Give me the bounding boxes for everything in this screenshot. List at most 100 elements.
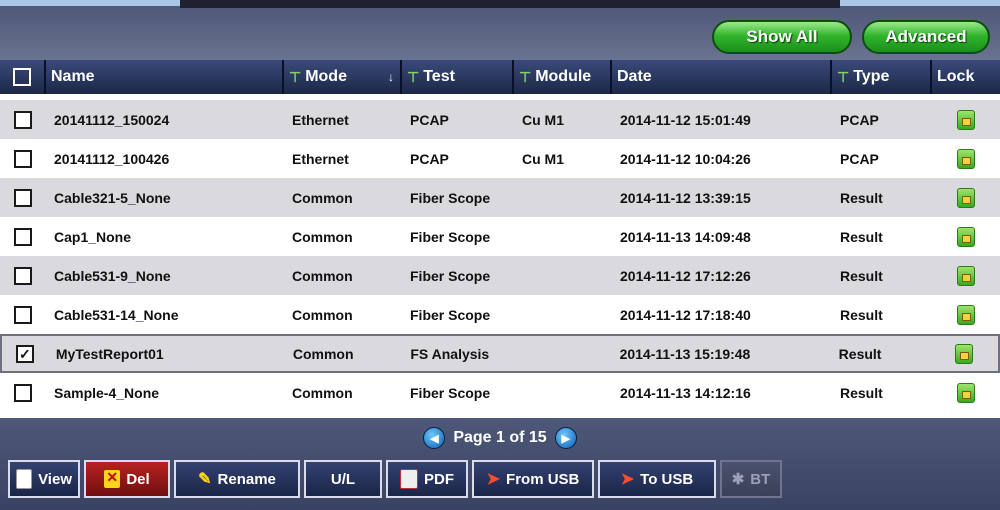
table-row[interactable]: 20141112_100426 Ethernet PCAP Cu M1 2014-11-… [0, 139, 1000, 178]
footer-bar: ◀ Page 1 of 15 ▶ View Del ✎ Rename U/L PD… [0, 418, 1000, 510]
cell-type: Result [840, 306, 883, 323]
table-row[interactable]: Cable531-14_None Common Fiber Scope 2014-11… [0, 295, 1000, 334]
row-checkbox[interactable] [14, 110, 32, 129]
row-checkbox[interactable] [14, 227, 32, 246]
cell-name: 20141112_100426 [54, 150, 170, 167]
cell-mode: Common [292, 267, 353, 284]
cell-lock [930, 336, 998, 371]
lock-icon[interactable] [957, 265, 975, 286]
row-checkbox[interactable] [14, 305, 32, 324]
select-all-checkbox[interactable] [13, 68, 31, 86]
next-page-button[interactable]: ▶ [554, 427, 577, 449]
cell-module [514, 336, 612, 371]
cell-lock [932, 100, 1000, 139]
cell-test: FS Analysis [410, 345, 490, 362]
lock-icon[interactable] [957, 226, 975, 247]
lock-body [961, 117, 971, 126]
cell-module [514, 373, 612, 412]
view-button[interactable]: View [8, 460, 80, 498]
show-all-button[interactable]: Show All [712, 20, 852, 54]
page-indicator: Page 1 of 15 [453, 429, 547, 446]
lock-icon[interactable] [955, 343, 974, 364]
bluetooth-button[interactable]: ✱ BT [720, 460, 782, 498]
pdf-button[interactable]: PDF [386, 460, 468, 498]
document-icon [16, 469, 33, 489]
cell-date: 2014-11-13 15:19:48 [619, 345, 751, 362]
row-checkbox[interactable] [14, 188, 32, 207]
pager: ◀ Page 1 of 15 ▶ [0, 424, 1000, 452]
cell-module: Cu M1 [522, 150, 564, 167]
lock-body [959, 351, 969, 360]
table-row[interactable]: 20141112_150024 Ethernet PCAP Cu M1 2014-11-… [0, 100, 1000, 139]
cell-type: Result [840, 228, 883, 245]
lock-icon[interactable] [957, 304, 975, 325]
row-checkbox-cell [0, 295, 46, 334]
row-checkbox[interactable] [14, 266, 32, 285]
cell-module [514, 178, 612, 217]
delete-button[interactable]: Del [84, 460, 170, 498]
advanced-button[interactable]: Advanced [862, 20, 990, 54]
table-row[interactable]: Cap1_None Common Fiber Scope 2014-11-13 14:… [0, 217, 1000, 256]
cell-name: Cable321-5_None [54, 189, 171, 206]
column-header-test[interactable]: ⊤ Test [402, 60, 514, 94]
upload-button[interactable]: U/L [304, 460, 382, 498]
select-all-header[interactable] [0, 60, 46, 94]
row-checkbox[interactable] [14, 149, 32, 168]
row-checkbox-cell [0, 139, 46, 178]
cell-type: PCAP [840, 111, 879, 128]
column-header-lock[interactable]: Lock [932, 60, 1000, 94]
file-list: 20141112_150024 Ethernet PCAP Cu M1 2014-11-… [0, 100, 1000, 412]
lock-body [961, 312, 971, 321]
table-row[interactable]: Cable531-9_None Common Fiber Scope 2014-11-… [0, 256, 1000, 295]
from-usb-button[interactable]: ➤ From USB [472, 460, 594, 498]
lock-icon[interactable] [957, 382, 975, 403]
delete-icon [104, 469, 121, 488]
row-checkbox-cell: ✓ [2, 336, 48, 371]
column-label: Lock [937, 68, 975, 85]
view-label: View [38, 470, 72, 488]
cell-mode: Common [292, 306, 353, 323]
pdf-label: PDF [424, 470, 454, 488]
row-checkbox[interactable]: ✓ [15, 344, 34, 363]
lock-icon[interactable] [957, 148, 975, 169]
pdf-icon [400, 469, 418, 489]
column-header-type[interactable]: ⊤ Type [832, 60, 932, 94]
upload-label: U/L [330, 470, 356, 488]
top-accent-right [840, 0, 1000, 6]
cell-name: 20141112_150024 [54, 111, 170, 128]
column-header-date[interactable]: Date [612, 60, 832, 94]
row-checkbox[interactable] [14, 383, 32, 402]
top-accent-left [0, 0, 180, 6]
cell-module [514, 217, 612, 256]
table-row[interactable]: Sample-4_None Common Fiber Scope 2014-11-13… [0, 373, 1000, 412]
cell-lock [932, 178, 1000, 217]
cell-test: Fiber Scope [410, 189, 491, 206]
lock-icon[interactable] [957, 187, 975, 208]
to-usb-button[interactable]: ➤ To USB [598, 460, 716, 498]
column-header-module[interactable]: ⊤ Module [514, 60, 612, 94]
cell-mode: Common [292, 345, 354, 362]
rename-button[interactable]: ✎ Rename [174, 460, 300, 498]
cell-module: Cu M1 [522, 111, 564, 128]
usb-out-icon: ➤ [620, 471, 635, 488]
table-row[interactable]: ✓ MyTestReport01 Common FS Analysis 2014-11-… [0, 334, 1000, 373]
cell-lock [932, 256, 1000, 295]
cell-mode: Common [292, 228, 353, 245]
from-usb-label: From USB [506, 470, 580, 488]
table-row[interactable]: Cable321-5_None Common Fiber Scope 2014-11-… [0, 178, 1000, 217]
lock-body [961, 234, 971, 243]
prev-page-button[interactable]: ◀ [423, 427, 446, 449]
top-bar: Show All Advanced [0, 0, 1000, 60]
filter-icon: ⊤ [289, 68, 302, 85]
usb-in-icon: ➤ [486, 471, 501, 488]
rename-label: Rename [217, 470, 276, 488]
action-toolbar: View Del ✎ Rename U/L PDF ➤ From USB ➤ To U… [8, 460, 786, 500]
cell-test: Fiber Scope [410, 228, 491, 245]
column-label: Module [535, 68, 592, 85]
lock-icon[interactable] [957, 109, 975, 130]
column-header-name[interactable]: Name [46, 60, 284, 94]
cell-date: 2014-11-12 10:04:26 [620, 150, 751, 167]
column-header-mode[interactable]: ⊤ Mode ↓ [284, 60, 402, 94]
top-accent-center [180, 0, 840, 8]
column-label: Test [423, 68, 455, 85]
